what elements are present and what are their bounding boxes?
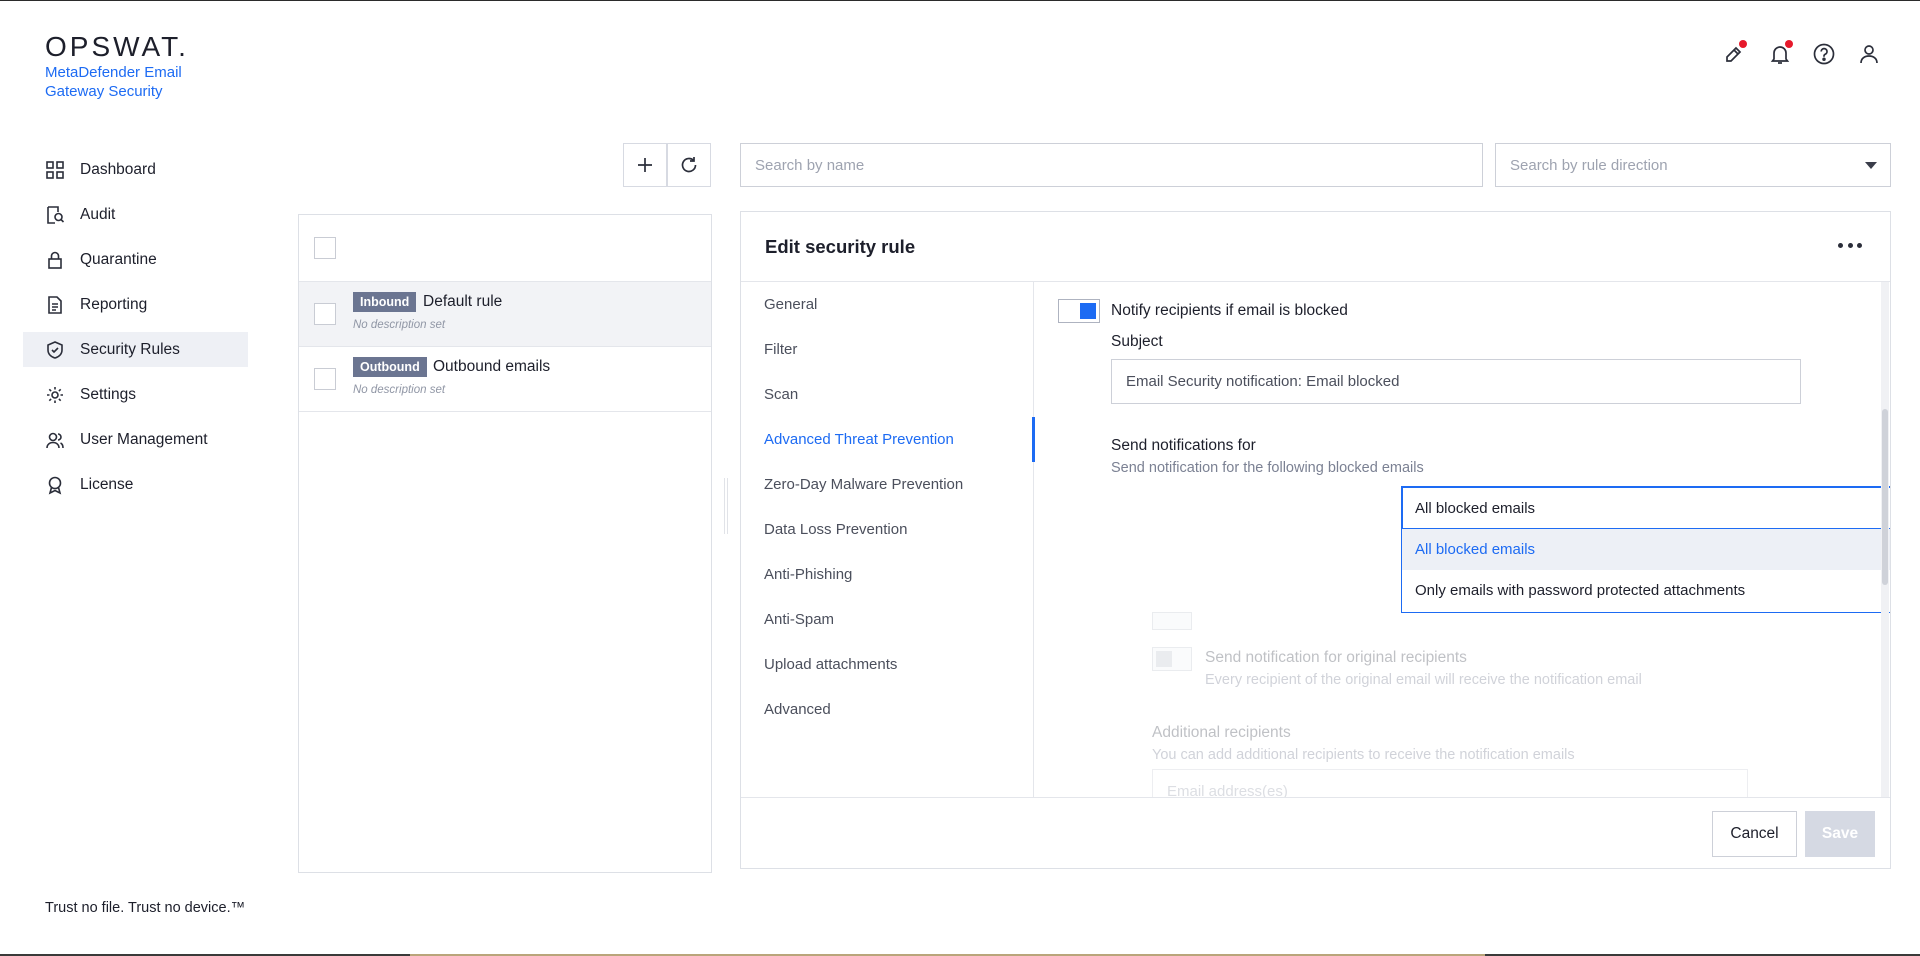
legacy-toggle[interactable]	[1152, 612, 1192, 630]
dropdown-option[interactable]: Only emails with password protected atta…	[1402, 570, 1890, 611]
product-name: MetaDefender Email Gateway Security	[45, 64, 182, 100]
refresh-icon	[681, 157, 697, 173]
sidebar-item-label: License	[80, 475, 134, 493]
rule-row[interactable]: Inbound Default rule No description set	[299, 282, 711, 347]
rule-name: Default rule	[423, 293, 503, 310]
sidebar-item-settings[interactable]: Settings	[23, 377, 248, 412]
tab-scan[interactable]: Scan	[741, 372, 1033, 417]
sidebar-item-dashboard[interactable]: Dashboard	[23, 152, 248, 187]
send-notifications-sublabel: Send notification for the following bloc…	[1111, 460, 1424, 476]
award-icon	[45, 475, 65, 495]
original-recipients-toggle[interactable]	[1152, 647, 1192, 671]
rule-list-header	[299, 215, 711, 282]
dropdown-option[interactable]: All blocked emails	[1402, 529, 1890, 570]
cancel-button[interactable]: Cancel	[1712, 811, 1797, 857]
tagline: Trust no file. Trust no device.™	[45, 900, 246, 916]
search-by-name-input[interactable]	[740, 143, 1483, 187]
sidebar-item-label: Dashboard	[80, 160, 156, 178]
sidebar-item-label: Reporting	[80, 295, 148, 313]
rule-list: Inbound Default rule No description set …	[298, 214, 712, 873]
tab-advanced-threat-prevention[interactable]: Advanced Threat Prevention	[741, 417, 1035, 462]
send-notifications-select[interactable]: All blocked emails	[1401, 486, 1890, 530]
notify-recipients-label: Notify recipients if email is blocked	[1111, 302, 1348, 319]
direction-badge: Inbound	[353, 292, 417, 312]
sidebar-item-label: Audit	[80, 205, 116, 223]
content-scrollbar[interactable]	[1881, 282, 1889, 797]
send-notifications-label: Send notifications for	[1111, 437, 1256, 454]
more-options-icon[interactable]	[1834, 234, 1866, 256]
divider	[741, 797, 1890, 798]
tab-zero-day-malware-prevention[interactable]: Zero-Day Malware Prevention	[741, 462, 1033, 507]
rule-checkbox[interactable]	[314, 368, 336, 390]
shield-check-icon	[45, 340, 65, 360]
sidebar-item-label: User Management	[80, 430, 208, 448]
additional-recipients-input[interactable]: Email address(es)	[1152, 769, 1748, 797]
users-icon	[45, 430, 65, 450]
audit-icon	[45, 205, 65, 225]
tab-general[interactable]: General	[741, 282, 1033, 327]
notification-dot	[1739, 40, 1747, 48]
tab-anti-phishing[interactable]: Anti-Phishing	[741, 552, 1033, 597]
subject-label: Subject	[1111, 333, 1163, 350]
additional-recipients-placeholder: Email address(es)	[1167, 782, 1288, 798]
refresh-button[interactable]	[667, 143, 711, 187]
rule-description: No description set	[353, 384, 446, 396]
rule-direction-select[interactable]: Search by rule direction	[1495, 143, 1891, 187]
dashboard-icon	[45, 160, 65, 180]
additional-recipients-label: Additional recipients	[1152, 724, 1291, 741]
original-recipients-sublabel: Every recipient of the original email wi…	[1205, 672, 1642, 688]
tab-anti-spam[interactable]: Anti-Spam	[741, 597, 1033, 642]
chevron-down-icon	[1865, 162, 1877, 169]
sidebar-item-security-rules[interactable]: Security Rules	[23, 332, 248, 367]
sidebar-item-quarantine[interactable]: Quarantine	[23, 242, 248, 277]
window-top-border	[0, 0, 1920, 1]
rule-row[interactable]: Outbound Outbound emails No description …	[299, 347, 711, 412]
rule-name: Outbound emails	[433, 358, 551, 375]
bell-icon[interactable]	[1768, 40, 1793, 66]
edit-rule-panel: Edit security rule General Filter Scan A…	[740, 211, 1891, 869]
sidebar-item-label: Quarantine	[80, 250, 157, 268]
tab-advanced[interactable]: Advanced	[741, 687, 1033, 732]
tab-content: Notify recipients if email is blocked Su…	[1035, 282, 1890, 797]
send-notifications-value: All blocked emails	[1415, 499, 1536, 517]
sidebar-item-license[interactable]: License	[23, 467, 248, 502]
notification-dot	[1785, 40, 1793, 48]
tab-filter[interactable]: Filter	[741, 327, 1033, 372]
editor-title: Edit security rule	[765, 236, 916, 257]
sidebar-item-label: Settings	[80, 385, 137, 403]
sidebar-nav: Dashboard Audit Quarantine Reporting Sec…	[23, 152, 248, 512]
tools-icon[interactable]	[1722, 40, 1747, 66]
direction-badge: Outbound	[353, 357, 427, 377]
rule-checkbox[interactable]	[314, 303, 336, 325]
rule-direction-placeholder: Search by rule direction	[1510, 156, 1668, 174]
notify-recipients-toggle[interactable]	[1058, 299, 1100, 323]
subject-field[interactable]: Email Security notification: Email block…	[1111, 359, 1801, 404]
sidebar-item-reporting[interactable]: Reporting	[23, 287, 248, 322]
sidebar-item-label: Security Rules	[80, 340, 180, 358]
plus-icon	[638, 158, 652, 172]
sidebar-item-audit[interactable]: Audit	[23, 197, 248, 232]
gear-icon	[45, 385, 65, 405]
lock-icon	[45, 250, 65, 270]
opswat-logo: OPSWAT.	[45, 31, 189, 62]
select-all-checkbox[interactable]	[314, 237, 336, 259]
send-notifications-dropdown: All blocked emails Only emails with pass…	[1401, 529, 1890, 613]
add-rule-button[interactable]	[623, 143, 667, 187]
sidebar-item-user-management[interactable]: User Management	[23, 422, 248, 457]
original-recipients-label: Send notification for original recipient…	[1205, 649, 1467, 666]
editor-tabs: General Filter Scan Advanced Threat Prev…	[741, 282, 1035, 797]
subject-value: Email Security notification: Email block…	[1126, 373, 1400, 390]
additional-recipients-sublabel: You can add additional recipients to rec…	[1152, 747, 1575, 763]
help-icon[interactable]	[1812, 42, 1836, 66]
tab-upload-attachments[interactable]: Upload attachments	[741, 642, 1033, 687]
user-icon[interactable]	[1857, 42, 1881, 66]
tab-data-loss-prevention[interactable]: Data Loss Prevention	[741, 507, 1033, 552]
save-button[interactable]: Save	[1805, 811, 1875, 857]
document-icon	[45, 295, 65, 315]
pane-splitter[interactable]	[724, 478, 728, 534]
rule-description: No description set	[353, 319, 446, 331]
